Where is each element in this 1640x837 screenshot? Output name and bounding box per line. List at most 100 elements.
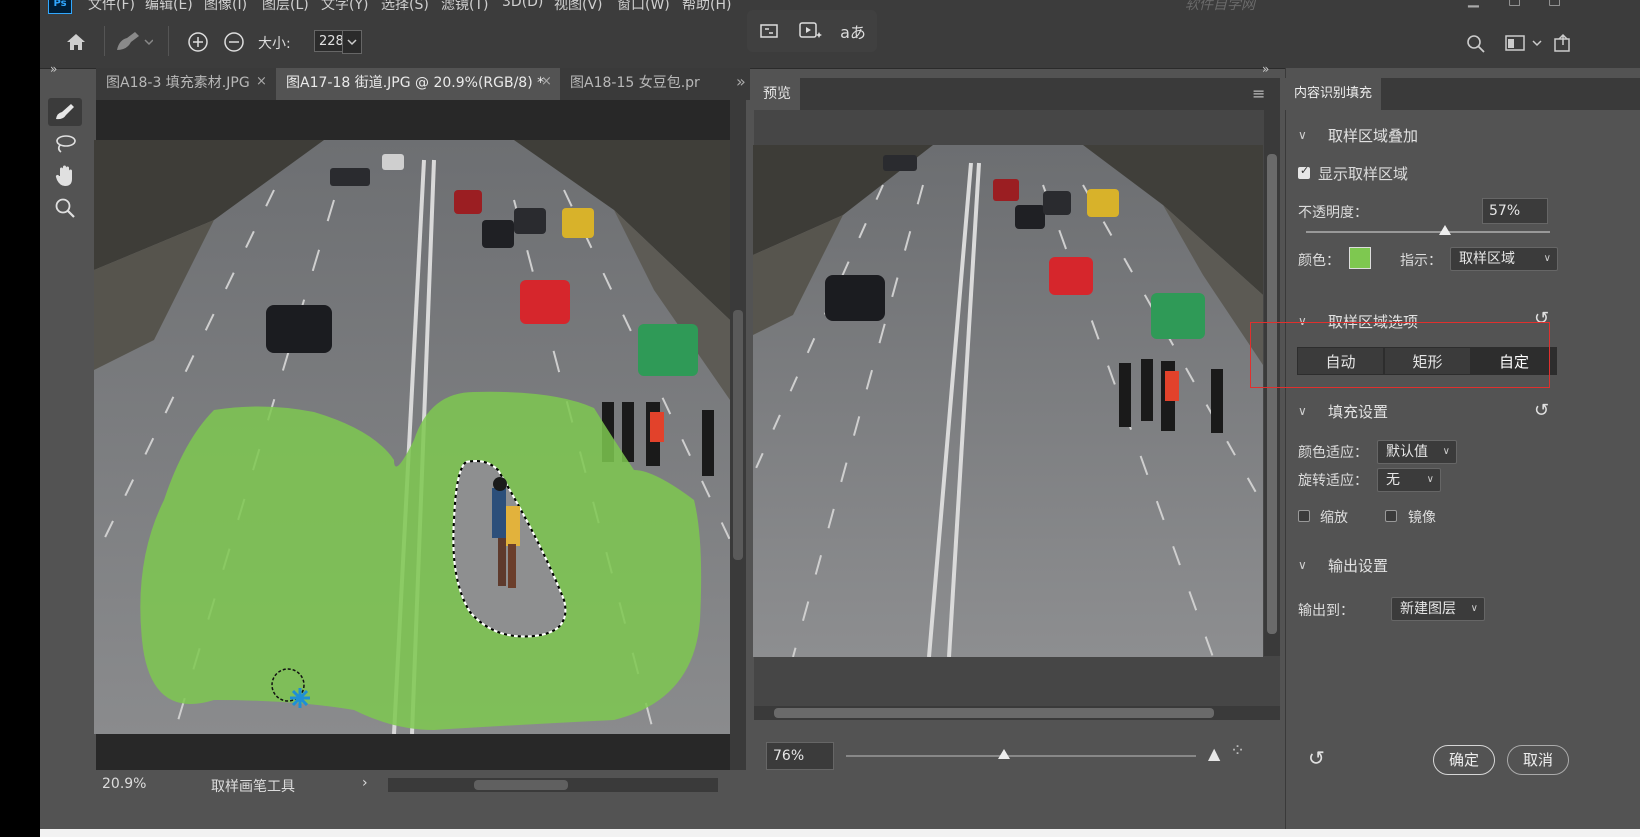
indicate-dropdown[interactable]: 取样区域 ∨ <box>1450 247 1558 271</box>
scroll-thumb[interactable] <box>733 310 743 560</box>
translate-icon[interactable]: aあ <box>839 18 867 44</box>
color-label: 颜色： <box>1298 253 1340 269</box>
scale-checkbox[interactable] <box>1298 510 1310 522</box>
slider-thumb[interactable] <box>1439 225 1452 235</box>
sampling-brush-tool-icon[interactable] <box>48 98 82 126</box>
zoom-tool-icon[interactable] <box>48 194 82 222</box>
size-dropdown-chevron-icon[interactable] <box>342 30 362 54</box>
workspace-chevron-icon[interactable] <box>1530 34 1544 52</box>
doc-tab-bag[interactable]: 图A18-15 女豆包.pr <box>560 68 732 100</box>
scroll-thumb[interactable] <box>1267 154 1277 634</box>
reset-all-icon[interactable]: ↺ <box>1308 746 1325 770</box>
current-tool-name: 取样画笔工具 <box>211 779 295 795</box>
doc-tab-fill-material[interactable]: 图A18-3 填充素材.JPG <box>96 68 276 100</box>
tool-preset-icon[interactable] <box>112 28 154 56</box>
preview-tab[interactable]: 预览 <box>754 78 800 110</box>
status-bar: 20.9% 取样画笔工具 › <box>96 770 770 800</box>
section-chevron-icon[interactable]: ∨ <box>1298 404 1307 418</box>
menu-help[interactable]: 帮助(H) <box>682 0 731 14</box>
output-to-label: 输出到： <box>1298 603 1354 619</box>
size-label: 大小: <box>258 36 291 52</box>
hand-tool-icon[interactable] <box>48 162 82 190</box>
scroll-thumb[interactable] <box>774 708 1214 718</box>
fill-settings-title[interactable]: 填充设置 <box>1328 401 1388 422</box>
canvas-vertical-scrollbar[interactable] <box>730 100 746 770</box>
chevron-down-icon: ∨ <box>1426 474 1434 485</box>
opacity-slider[interactable] <box>1306 225 1550 235</box>
collapse-toolbar-icon[interactable]: » <box>50 62 57 76</box>
status-arrow-icon[interactable]: › <box>362 775 368 791</box>
transform-icon[interactable] <box>757 19 781 43</box>
doc-tab-street[interactable]: 图A17-18 街道.JPG @ 20.9%(RGB/8) * <box>276 68 560 100</box>
collapse-panels-icon[interactable]: » <box>1262 62 1269 76</box>
watermark: 软件自学网 <box>1185 0 1255 13</box>
preview-zoom-slider[interactable] <box>846 749 1196 759</box>
output-settings-title[interactable]: 输出设置 <box>1328 555 1388 576</box>
search-icon[interactable] <box>1464 32 1488 56</box>
preview-image <box>753 145 1263 657</box>
mirror-label: 镜像 <box>1408 510 1436 526</box>
share-icon[interactable] <box>1552 32 1574 54</box>
doc-tab-label: 图A17-18 街道.JPG @ 20.9%(RGB/8) * <box>286 75 545 91</box>
maximize-icon[interactable]: □ <box>1508 0 1521 8</box>
minimize-icon[interactable]: ▁ <box>1468 0 1479 8</box>
workspace-icon[interactable] <box>1504 32 1526 54</box>
doc-tab-label: 图A18-3 填充素材.JPG <box>106 75 250 91</box>
subtract-from-sample-icon[interactable] <box>222 30 246 54</box>
canvas-horizontal-scrollbar[interactable] <box>388 778 718 792</box>
menu-image[interactable]: 图像(I) <box>204 0 247 14</box>
generative-video-icon[interactable] <box>797 19 823 43</box>
show-sample-label: 显示取样区域 <box>1318 165 1409 183</box>
doc-tab-label: 图A18-15 女豆包.pr <box>570 75 700 91</box>
tools-panel <box>40 92 96 829</box>
opacity-input[interactable]: 57% <box>1482 198 1548 224</box>
street-photo-canvas[interactable] <box>94 140 730 734</box>
ok-button[interactable]: 确定 <box>1433 745 1495 775</box>
menu-type[interactable]: 文字(Y) <box>321 0 368 14</box>
home-icon[interactable] <box>62 28 90 56</box>
hamburger-icon[interactable]: ≡ <box>1252 84 1265 103</box>
photoshop-window: Ps 文件(F) 编辑(E) 图像(I) 图层(L) 文字(Y) 选择(S) 滤… <box>40 0 1640 829</box>
zoom-level[interactable]: 20.9% <box>102 776 146 792</box>
lasso-tool-icon[interactable] <box>48 130 82 158</box>
add-to-sample-icon[interactable] <box>186 30 210 54</box>
color-adapt-label: 颜色适应： <box>1298 445 1368 461</box>
mirror-checkbox[interactable] <box>1385 510 1397 522</box>
section-chevron-icon[interactable]: ∨ <box>1298 558 1307 572</box>
menu-3d[interactable]: 3D(D) <box>502 0 543 10</box>
scroll-thumb[interactable] <box>474 780 568 790</box>
menu-view[interactable]: 视图(V) <box>554 0 603 14</box>
dropdown-value: 默认值 <box>1386 444 1428 460</box>
overlay-color-swatch[interactable] <box>1349 247 1371 269</box>
menu-window[interactable]: 窗口(W) <box>617 0 670 14</box>
dropdown-value: 新建图层 <box>1400 601 1456 617</box>
section-chevron-icon[interactable]: ∨ <box>1298 128 1307 142</box>
screen-edge <box>40 829 1640 837</box>
loading-spinner-icon: ⁘ <box>1230 740 1246 761</box>
menu-file[interactable]: 文件(F) <box>88 0 135 14</box>
reset-icon[interactable]: ↺ <box>1534 400 1549 421</box>
close-tab-icon[interactable]: × <box>256 74 267 89</box>
menu-filter[interactable]: 滤镜(T) <box>441 0 488 14</box>
preview-horizontal-scrollbar[interactable] <box>754 706 1280 720</box>
color-adapt-dropdown[interactable]: 默认值 ∨ <box>1377 440 1457 464</box>
slider-thumb[interactable] <box>997 749 1010 759</box>
content-aware-fill-tab[interactable]: 内容识别填充 <box>1285 78 1381 110</box>
close-window-icon[interactable]: □ <box>1548 0 1561 8</box>
cancel-button[interactable]: 取消 <box>1507 745 1569 775</box>
menu-layer[interactable]: 图层(L) <box>262 0 309 14</box>
output-to-dropdown[interactable]: 新建图层 ∨ <box>1391 597 1485 621</box>
opacity-label: 不透明度： <box>1298 205 1368 221</box>
rotate-adapt-dropdown[interactable]: 无 ∨ <box>1377 468 1441 492</box>
menu-select[interactable]: 选择(S) <box>381 0 429 14</box>
chevron-down-icon: ∨ <box>1442 446 1450 457</box>
overlay-section-title[interactable]: 取样区域叠加 <box>1328 125 1418 146</box>
close-tab-icon[interactable]: × <box>541 74 552 89</box>
preview-zoom-input[interactable]: 76% <box>766 742 834 770</box>
dropdown-value: 取样区域 <box>1459 251 1515 267</box>
menu-edit[interactable]: 编辑(E) <box>145 0 193 14</box>
annotation-highlight-box <box>1250 322 1550 388</box>
more-tabs-icon[interactable]: » <box>736 72 746 91</box>
dropdown-value: 无 <box>1386 472 1400 488</box>
show-sample-checkbox[interactable] <box>1298 164 1310 179</box>
